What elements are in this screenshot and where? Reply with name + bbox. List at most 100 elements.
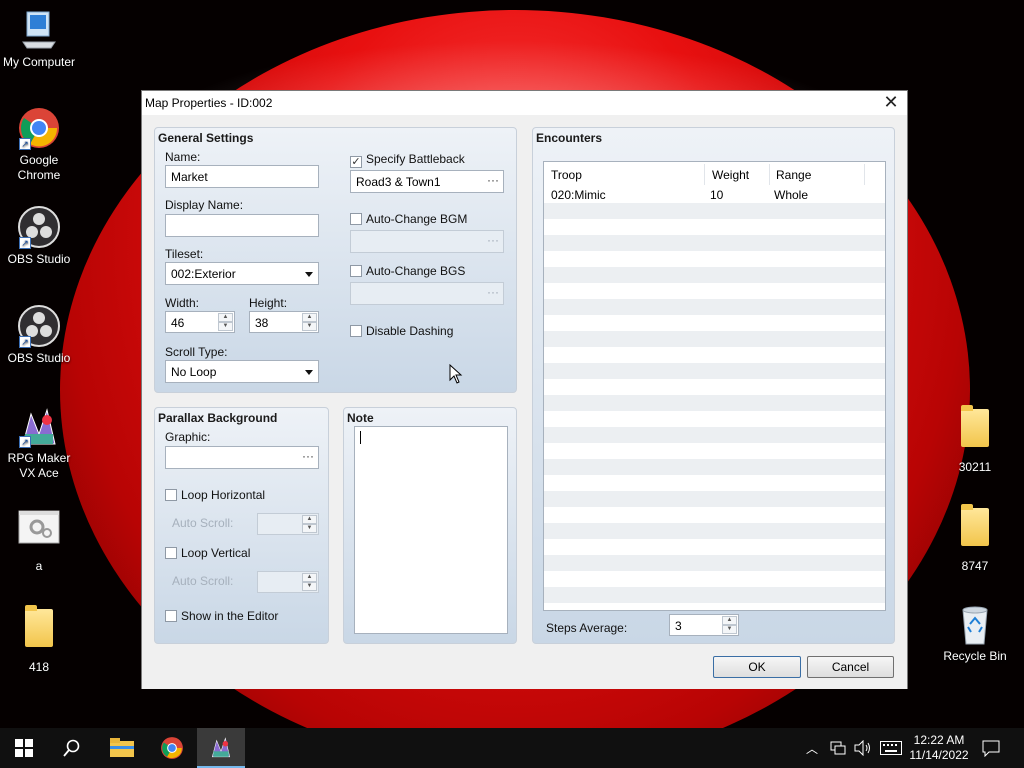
browse-ellipsis-icon[interactable]: ··· bbox=[487, 173, 499, 187]
checkbox-box[interactable] bbox=[165, 610, 177, 622]
table-row-empty[interactable] bbox=[544, 427, 885, 443]
desktop-icon-chrome[interactable]: ↗ Google Chrome bbox=[1, 106, 77, 183]
width-stepper[interactable]: 46 ▲ ▼ bbox=[165, 311, 235, 333]
table-row-empty[interactable] bbox=[544, 507, 885, 523]
search-button[interactable] bbox=[48, 728, 96, 768]
spin-up-icon[interactable]: ▲ bbox=[722, 616, 737, 625]
taskbar-rpg-maker[interactable] bbox=[197, 728, 245, 768]
table-row-empty[interactable] bbox=[544, 203, 885, 219]
desktop-icon-folder-418[interactable]: 418 bbox=[1, 603, 77, 675]
table-row-empty[interactable] bbox=[544, 331, 885, 347]
desktop-icon-obs-1[interactable]: ↗ OBS Studio bbox=[1, 205, 77, 267]
shortcut-arrow-icon: ↗ bbox=[19, 138, 31, 150]
shortcut-arrow-icon: ↗ bbox=[19, 436, 31, 448]
show-hidden-icons-icon[interactable]: ︿ bbox=[806, 740, 818, 757]
table-row-empty[interactable] bbox=[544, 523, 885, 539]
table-row-empty[interactable] bbox=[544, 411, 885, 427]
chevron-down-icon bbox=[305, 370, 313, 375]
display-name-input[interactable] bbox=[165, 214, 319, 237]
loop-horizontal-checkbox[interactable]: Loop Horizontal bbox=[165, 488, 265, 502]
cancel-button[interactable]: Cancel bbox=[807, 656, 894, 678]
table-row-empty[interactable] bbox=[544, 395, 885, 411]
disable-dashing-checkbox[interactable]: Disable Dashing bbox=[350, 324, 453, 338]
note-group: Note bbox=[343, 407, 517, 644]
table-row-empty[interactable] bbox=[544, 251, 885, 267]
table-row-empty[interactable] bbox=[544, 283, 885, 299]
desktop-icon-folder-30211[interactable]: 30211 bbox=[937, 403, 1013, 475]
column-header-troop[interactable]: Troop bbox=[551, 168, 582, 182]
checkmark-icon[interactable]: ✓ bbox=[350, 156, 362, 168]
column-header-weight[interactable]: Weight bbox=[712, 168, 749, 182]
desktop-icon-my-computer[interactable]: My Computer bbox=[1, 8, 77, 70]
auto-change-bgs-checkbox[interactable]: Auto-Change BGS bbox=[350, 264, 465, 278]
browse-ellipsis-icon[interactable]: ··· bbox=[302, 449, 314, 463]
table-row-empty[interactable] bbox=[544, 539, 885, 555]
show-in-editor-checkbox[interactable]: Show in the Editor bbox=[165, 609, 278, 623]
parallax-graphic-field[interactable]: ··· bbox=[165, 446, 319, 469]
height-stepper[interactable]: 38 ▲ ▼ bbox=[249, 311, 319, 333]
display-name-label: Display Name: bbox=[165, 198, 244, 212]
steps-spin-buttons[interactable]: ▲ ▼ bbox=[722, 616, 737, 634]
keyboard-icon[interactable] bbox=[880, 741, 902, 755]
column-separator[interactable] bbox=[864, 164, 865, 185]
folder-icon bbox=[17, 605, 61, 653]
spin-up-icon[interactable]: ▲ bbox=[218, 313, 233, 322]
desktop-icon-label: RPG Maker VX Ace bbox=[7, 451, 71, 480]
taskbar-file-explorer[interactable] bbox=[98, 728, 146, 768]
spin-down-icon[interactable]: ▼ bbox=[722, 625, 737, 634]
system-clock[interactable]: 12:22 AM 11/14/2022 bbox=[908, 733, 970, 763]
taskbar-chrome[interactable] bbox=[148, 728, 196, 768]
table-row-empty[interactable] bbox=[544, 587, 885, 603]
desktop-icon-folder-8747[interactable]: 8747 bbox=[937, 502, 1013, 574]
table-row-empty[interactable] bbox=[544, 235, 885, 251]
dialog-titlebar[interactable]: Map Properties - ID:002 ✕ bbox=[142, 91, 907, 115]
desktop-icon-a[interactable]: a bbox=[1, 505, 77, 574]
table-row-empty[interactable] bbox=[544, 571, 885, 587]
tileset-dropdown[interactable]: 002:Exterior bbox=[165, 262, 319, 285]
checkbox-box[interactable] bbox=[350, 325, 362, 337]
height-spin-buttons[interactable]: ▲ ▼ bbox=[302, 313, 317, 331]
auto-change-bgm-checkbox[interactable]: Auto-Change BGM bbox=[350, 212, 467, 226]
table-row-empty[interactable] bbox=[544, 491, 885, 507]
table-row-empty[interactable] bbox=[544, 475, 885, 491]
notifications-icon[interactable] bbox=[982, 739, 1000, 757]
column-separator[interactable] bbox=[769, 164, 770, 185]
table-row-empty[interactable] bbox=[544, 443, 885, 459]
column-separator[interactable] bbox=[704, 164, 705, 185]
table-row-empty[interactable] bbox=[544, 555, 885, 571]
steps-average-stepper[interactable]: 3 ▲ ▼ bbox=[669, 614, 739, 636]
width-spin-buttons[interactable]: ▲ ▼ bbox=[218, 313, 233, 331]
table-row-empty[interactable] bbox=[544, 347, 885, 363]
table-row-empty[interactable] bbox=[544, 459, 885, 475]
ok-button[interactable]: OK bbox=[713, 656, 801, 678]
volume-icon[interactable] bbox=[854, 740, 872, 756]
desktop-icon-recycle-bin[interactable]: Recycle Bin bbox=[937, 602, 1013, 664]
table-row-empty[interactable] bbox=[544, 219, 885, 235]
loop-vertical-checkbox[interactable]: Loop Vertical bbox=[165, 546, 250, 560]
checkbox-box[interactable] bbox=[350, 265, 362, 277]
start-button[interactable] bbox=[0, 728, 48, 768]
specify-battleback-checkbox[interactable]: ✓ Specify Battleback bbox=[350, 152, 465, 168]
table-row-empty[interactable] bbox=[544, 379, 885, 395]
note-textarea[interactable] bbox=[354, 426, 508, 634]
close-icon[interactable]: ✕ bbox=[881, 93, 901, 113]
table-row-empty[interactable] bbox=[544, 363, 885, 379]
table-row[interactable]: 020:Mimic 10 Whole bbox=[544, 187, 885, 203]
battleback-field[interactable]: Road3 & Town1 ··· bbox=[350, 170, 504, 193]
table-row-empty[interactable] bbox=[544, 299, 885, 315]
checkbox-box[interactable] bbox=[350, 213, 362, 225]
spin-down-icon[interactable]: ▼ bbox=[302, 322, 317, 331]
checkbox-box[interactable] bbox=[165, 489, 177, 501]
spin-down-icon[interactable]: ▼ bbox=[218, 322, 233, 331]
desktop-icon-rpg-maker[interactable]: ↗ RPG Maker VX Ace bbox=[1, 404, 77, 481]
network-icon[interactable] bbox=[830, 740, 846, 756]
table-row-empty[interactable] bbox=[544, 267, 885, 283]
desktop-icon-obs-2[interactable]: ↗ OBS Studio bbox=[1, 304, 77, 366]
name-input[interactable]: Market bbox=[165, 165, 319, 188]
spin-up-icon[interactable]: ▲ bbox=[302, 313, 317, 322]
encounters-list[interactable]: Troop Weight Range 020:Mimic 10 Whole bbox=[543, 161, 886, 611]
checkbox-box[interactable] bbox=[165, 547, 177, 559]
scroll-type-dropdown[interactable]: No Loop bbox=[165, 360, 319, 383]
column-header-range[interactable]: Range bbox=[776, 168, 811, 182]
table-row-empty[interactable] bbox=[544, 315, 885, 331]
